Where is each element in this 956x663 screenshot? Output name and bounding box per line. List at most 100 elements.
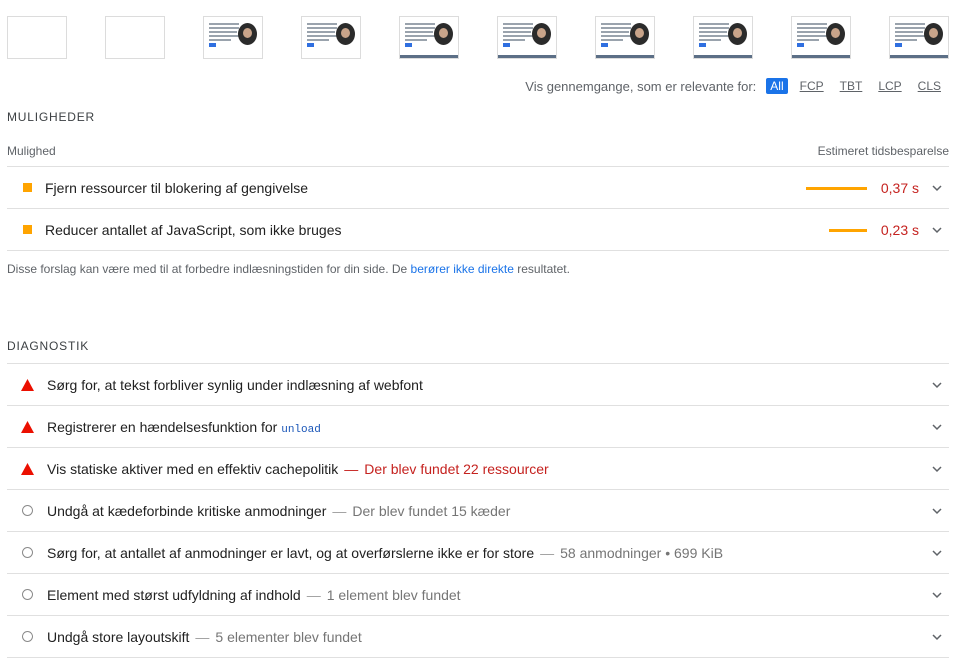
thumbnail-text-line xyxy=(895,31,923,33)
savings-bar xyxy=(829,229,867,232)
orange-square-icon xyxy=(23,183,32,192)
thumbnail-text-line xyxy=(699,31,727,33)
thumbnail-text-line xyxy=(895,23,925,25)
thumbnail-text-line xyxy=(601,23,631,25)
thumbnail-text-line xyxy=(209,39,231,41)
chevron-down-icon[interactable] xyxy=(932,183,942,193)
gray-circle-icon xyxy=(22,547,33,558)
diagnostic-title: Undgå at kædeforbinde kritiske anmodning… xyxy=(47,503,327,519)
separator: — xyxy=(195,629,210,645)
thumbnail-button xyxy=(601,43,608,47)
thumbnail-button xyxy=(209,43,216,47)
diagnostic-row[interactable]: Registrerer en hændelsesfunktion for unl… xyxy=(7,405,949,447)
diagnostic-row[interactable]: Undgå at kædeforbinde kritiske anmodning… xyxy=(7,489,949,531)
diagnostic-text: Registrerer en hændelsesfunktion for unl… xyxy=(47,419,321,436)
filmstrip-frame xyxy=(497,16,557,59)
red-triangle-icon xyxy=(21,420,34,433)
diagnostic-row[interactable]: Element med størst udfyldning af indhold… xyxy=(7,573,949,615)
thumbnail-text-line xyxy=(405,23,435,25)
filter-chip-lcp[interactable]: LCP xyxy=(874,78,905,94)
chevron-down-icon[interactable] xyxy=(932,225,942,235)
opportunity-row[interactable]: Reducer antallet af JavaScript, som ikke… xyxy=(7,209,949,251)
thumbnail-text-line xyxy=(699,27,729,29)
filmstrip-frame xyxy=(301,16,361,59)
thumbnail-portrait xyxy=(826,23,845,45)
diagnostic-title: Element med størst udfyldning af indhold xyxy=(47,587,301,603)
opportunities-table-header: Mulighed Estimeret tidsbesparelse xyxy=(7,142,949,167)
thumbnail-text-line xyxy=(797,39,819,41)
gray-circle-icon xyxy=(22,631,33,642)
thumbnail-footer xyxy=(400,55,458,58)
audit-filter: Vis gennemgange, som er relevante for: A… xyxy=(525,78,945,94)
thumbnail-text-line xyxy=(797,31,825,33)
thumbnail-text-line xyxy=(209,35,239,37)
diagnostic-row[interactable]: Sørg for, at antallet af anmodninger er … xyxy=(7,531,949,573)
note-link[interactable]: berører ikke direkte xyxy=(411,262,514,276)
thumbnail-footer xyxy=(498,55,556,58)
diagnostic-text: Vis statiske aktiver med en effektiv cac… xyxy=(47,461,549,477)
thumbnail-text-line xyxy=(601,35,631,37)
filter-chip-tbt[interactable]: TBT xyxy=(836,78,867,94)
chevron-down-icon[interactable] xyxy=(932,632,942,642)
thumbnail-portrait xyxy=(532,23,551,45)
thumbnail-text-line xyxy=(503,39,525,41)
filmstrip-frame xyxy=(693,16,753,59)
chevron-down-icon[interactable] xyxy=(932,506,942,516)
thumbnail-button xyxy=(895,43,902,47)
diagnostic-text: Element med størst udfyldning af indhold… xyxy=(47,587,461,603)
red-triangle-icon xyxy=(21,462,34,475)
thumbnail-text-line xyxy=(601,27,631,29)
filter-label: Vis gennemgange, som er relevante for: xyxy=(525,78,757,94)
diagnostic-row[interactable]: Sørg for, at tekst forbliver synlig unde… xyxy=(7,363,949,405)
diagnostic-code: unload xyxy=(281,424,321,436)
diagnostic-text: Sørg for, at antallet af anmodninger er … xyxy=(47,545,723,561)
thumbnail-button xyxy=(797,43,804,47)
filter-chip-fcp[interactable]: FCP xyxy=(796,78,828,94)
thumbnail-portrait xyxy=(728,23,747,45)
savings-value: 0,37 s xyxy=(880,180,919,196)
thumbnail-text-line xyxy=(699,35,729,37)
thumbnail-text-line xyxy=(209,23,239,25)
thumbnail-button xyxy=(503,43,510,47)
chevron-down-icon[interactable] xyxy=(932,422,942,432)
diagnostic-title: Registrerer en hændelsesfunktion for xyxy=(47,419,282,435)
opportunity-title: Reducer antallet af JavaScript, som ikke… xyxy=(45,222,342,238)
thumbnail-text-line xyxy=(307,23,337,25)
thumbnail-text-line xyxy=(503,23,533,25)
thumbnail-text-line xyxy=(405,35,435,37)
thumbnail-text-line xyxy=(307,39,329,41)
diagnostic-row[interactable]: Vis statiske aktiver med en effektiv cac… xyxy=(7,447,949,489)
thumbnail-text-line xyxy=(895,35,925,37)
filmstrip-frame xyxy=(7,16,67,59)
diagnostic-detail: Der blev fundet 22 ressourcer xyxy=(364,461,549,477)
thumbnail-text-line xyxy=(699,23,729,25)
diagnostic-detail: Der blev fundet 15 kæder xyxy=(352,503,511,519)
diagnostic-title: Undgå store layoutskift xyxy=(47,629,190,645)
filmstrip-frame xyxy=(105,16,165,59)
thumbnail-text-line xyxy=(503,27,533,29)
diagnostic-text: Undgå at kædeforbinde kritiske anmodning… xyxy=(47,503,510,519)
thumbnail-text-line xyxy=(699,39,721,41)
thumbnail-button xyxy=(699,43,706,47)
chevron-down-icon[interactable] xyxy=(932,380,942,390)
filter-chip-all[interactable]: All xyxy=(766,78,788,94)
diagnostic-detail: 58 anmodninger • 699 KiB xyxy=(560,545,724,561)
thumbnail-text-line xyxy=(405,39,427,41)
diagnostics-heading: DIAGNOSTIK xyxy=(7,339,90,353)
thumbnail-text-line xyxy=(405,27,435,29)
thumbnail-text-line xyxy=(601,39,623,41)
diagnostic-text: Undgå store layoutskift — 5 elementer blev… xyxy=(47,629,362,645)
diagnostic-row[interactable]: Undgå store layoutskift — 5 elementer blev… xyxy=(7,615,949,657)
thumbnail-text-line xyxy=(307,31,335,33)
thumbnail-text-line xyxy=(307,27,337,29)
filmstrip-frame xyxy=(791,16,851,59)
chevron-down-icon[interactable] xyxy=(932,464,942,474)
filmstrip-frame xyxy=(203,16,263,59)
thumbnail-text-line xyxy=(307,35,337,37)
opportunity-row[interactable]: Fjern ressourcer til blokering af gengiv… xyxy=(7,167,949,209)
filter-chip-cls[interactable]: CLS xyxy=(914,78,945,94)
chevron-down-icon[interactable] xyxy=(932,548,942,558)
thumbnail-text-line xyxy=(405,31,433,33)
thumbnail-text-line xyxy=(797,27,827,29)
chevron-down-icon[interactable] xyxy=(932,590,942,600)
